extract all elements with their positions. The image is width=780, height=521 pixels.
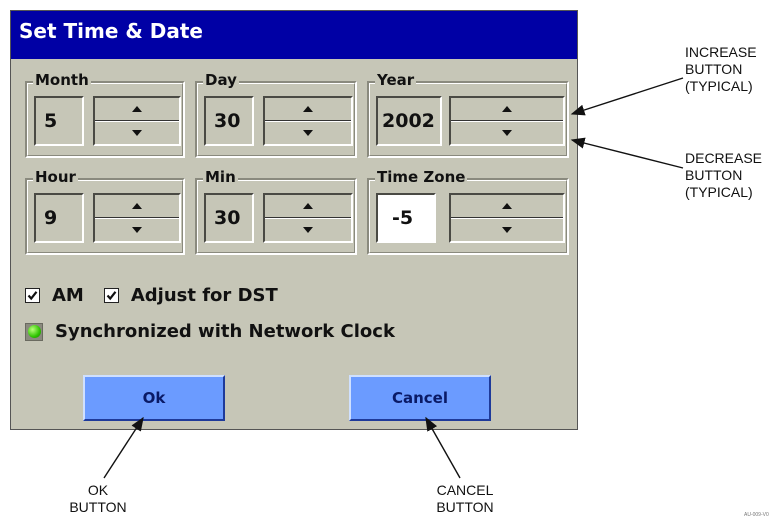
year-label: Year — [375, 71, 417, 89]
decrease-callout-arrow — [570, 137, 684, 169]
decrease-button-callout: DECREASE BUTTON (TYPICAL) — [685, 150, 763, 200]
cancel-button-callout: CANCEL BUTTON — [436, 482, 494, 515]
figure-code: AU-009-V0 — [744, 512, 769, 518]
ok-button-callout: OK BUTTON — [69, 482, 127, 515]
increase-callout-arrow — [570, 77, 684, 116]
day-label: Day — [203, 71, 239, 89]
hour-label: Hour — [33, 168, 78, 186]
time-zone-label: Time Zone — [375, 168, 468, 186]
month-label: Month — [33, 71, 91, 89]
cancel-callout-arrow — [425, 416, 461, 479]
increase-button-callout: INCREASE BUTTON (TYPICAL) — [685, 44, 757, 94]
ok-callout-arrow — [103, 416, 144, 479]
min-label: Min — [203, 168, 238, 186]
